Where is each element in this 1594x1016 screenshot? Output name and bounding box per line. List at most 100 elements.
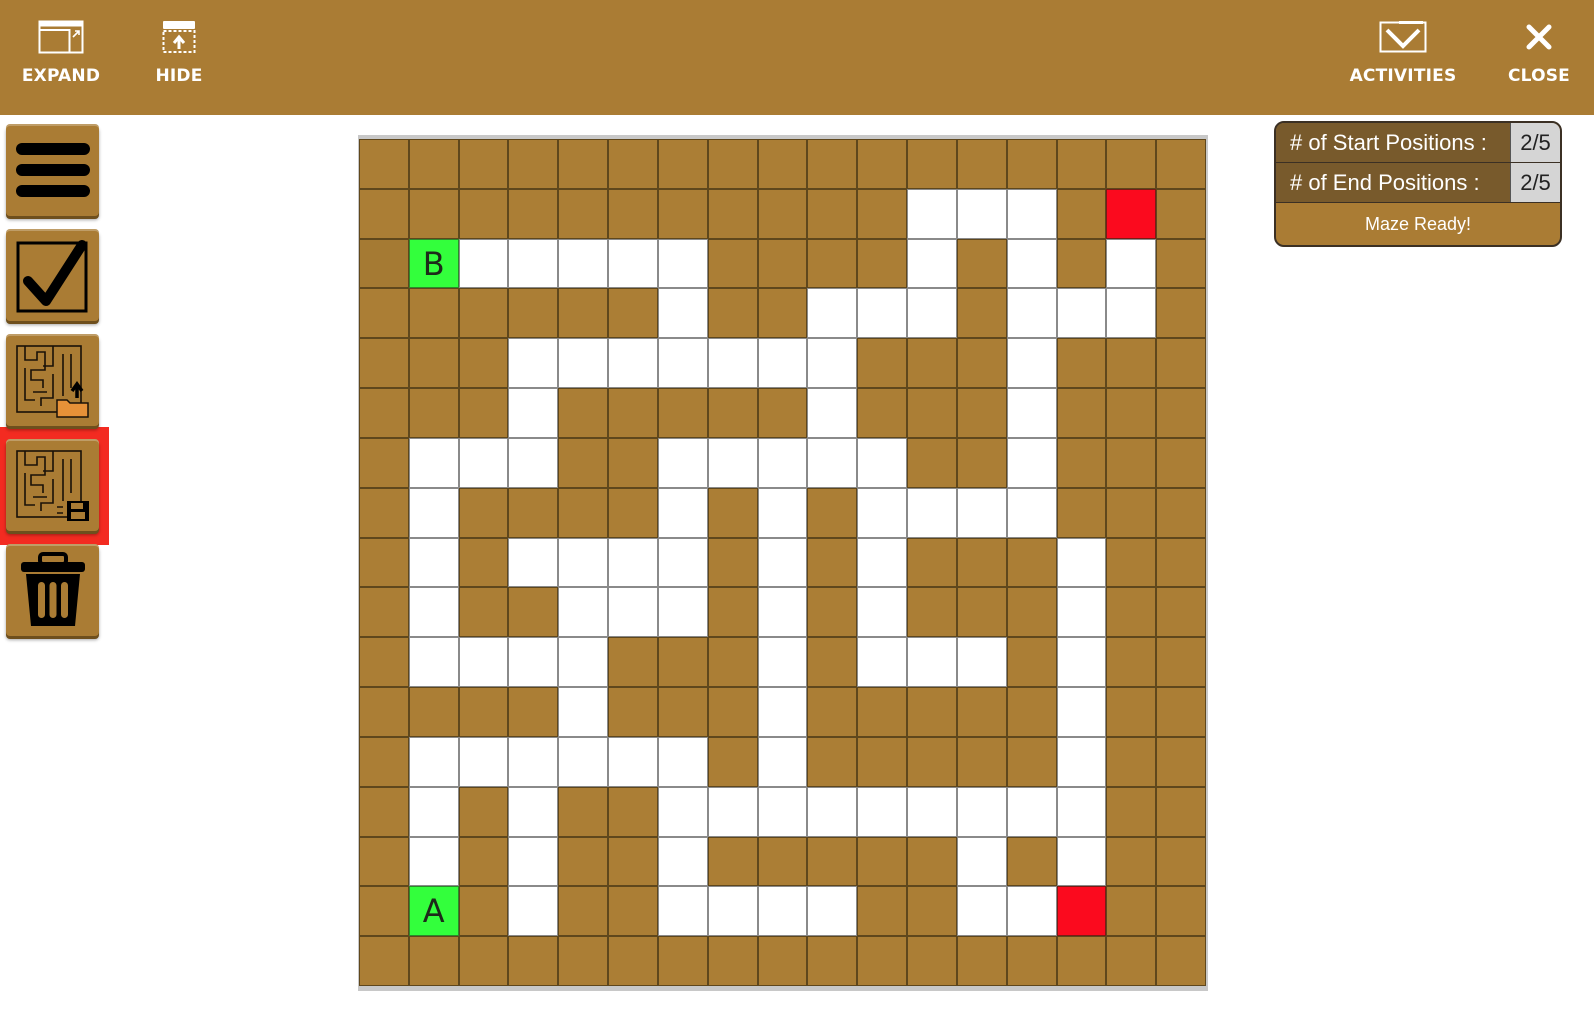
maze-path-cell[interactable] (907, 288, 957, 339)
maze-path-cell[interactable] (1006, 786, 1057, 837)
maze-wall-cell[interactable] (608, 836, 658, 887)
maze-path-cell[interactable] (558, 238, 609, 289)
maze-wall-cell[interactable] (558, 836, 609, 887)
maze-path-cell[interactable] (508, 388, 559, 438)
maze-wall-cell[interactable] (1156, 587, 1206, 638)
maze-wall-cell[interactable] (1156, 786, 1206, 837)
maze-wall-cell[interactable] (907, 936, 957, 986)
maze-wall-cell[interactable] (408, 188, 459, 239)
maze-wall-cell[interactable] (558, 388, 609, 438)
maze-path-cell[interactable] (907, 786, 957, 837)
maze-wall-cell[interactable] (1006, 936, 1057, 986)
maze-wall-cell[interactable] (1106, 437, 1157, 488)
maze-wall-cell[interactable] (807, 487, 858, 538)
maze-wall-cell[interactable] (359, 786, 409, 837)
maze-path-cell[interactable] (1006, 188, 1057, 239)
maze-wall-cell[interactable] (807, 587, 858, 638)
maze-wall-cell[interactable] (1006, 687, 1057, 737)
maze-wall-cell[interactable] (657, 687, 708, 737)
maze-path-cell[interactable] (608, 537, 658, 588)
maze-wall-cell[interactable] (956, 687, 1007, 737)
maze-path-cell[interactable] (1056, 687, 1107, 737)
maze-wall-cell[interactable] (657, 936, 708, 986)
maze-path-cell[interactable] (956, 786, 1007, 837)
maze-wall-cell[interactable] (1156, 338, 1206, 389)
maze-wall-cell[interactable] (359, 836, 409, 887)
maze-path-cell[interactable] (558, 338, 609, 389)
maze-wall-cell[interactable] (608, 288, 658, 339)
maze-path-cell[interactable] (1056, 537, 1107, 588)
maze-wall-cell[interactable] (857, 736, 908, 787)
maze-wall-cell[interactable] (608, 936, 658, 986)
maze-wall-cell[interactable] (707, 637, 758, 688)
maze-wall-cell[interactable] (1006, 836, 1057, 887)
maze-path-cell[interactable] (657, 338, 708, 389)
maze-wall-cell[interactable] (1156, 537, 1206, 588)
maze-wall-cell[interactable] (807, 188, 858, 239)
maze-wall-cell[interactable] (1056, 238, 1107, 289)
maze-wall-cell[interactable] (857, 188, 908, 239)
maze-wall-cell[interactable] (1056, 388, 1107, 438)
maze-wall-cell[interactable] (359, 139, 409, 189)
maze-path-cell[interactable] (907, 238, 957, 289)
maze-wall-cell[interactable] (458, 786, 509, 837)
maze-path-cell[interactable] (458, 437, 509, 488)
maze-wall-cell[interactable] (1106, 736, 1157, 787)
maze-wall-cell[interactable] (956, 736, 1007, 787)
maze-wall-cell[interactable] (807, 736, 858, 787)
maze-path-cell[interactable] (807, 886, 858, 937)
maze-path-cell[interactable] (458, 238, 509, 289)
maze-path-cell[interactable] (408, 836, 459, 887)
maze-wall-cell[interactable] (408, 338, 459, 389)
maze-path-cell[interactable] (707, 886, 758, 937)
maze-path-cell[interactable] (608, 587, 658, 638)
maze-wall-cell[interactable] (857, 687, 908, 737)
maze-path-cell[interactable] (857, 537, 908, 588)
maze-path-cell[interactable] (807, 288, 858, 339)
maze-wall-cell[interactable] (359, 886, 409, 937)
maze-wall-cell[interactable] (907, 537, 957, 588)
maze-wall-cell[interactable] (608, 188, 658, 239)
maze-path-cell[interactable] (1056, 288, 1107, 339)
maze-wall-cell[interactable] (807, 537, 858, 588)
maze-path-cell[interactable] (1006, 886, 1057, 937)
maze-path-cell[interactable] (558, 537, 609, 588)
maze-path-cell[interactable] (408, 786, 459, 837)
maze-path-cell[interactable] (1106, 288, 1157, 339)
maze-wall-cell[interactable] (657, 388, 708, 438)
maze-wall-cell[interactable] (1056, 338, 1107, 389)
maze-path-cell[interactable] (1056, 736, 1107, 787)
maze-wall-cell[interactable] (757, 388, 808, 438)
maze-wall-cell[interactable] (558, 437, 609, 488)
maze-wall-cell[interactable] (359, 437, 409, 488)
maze-wall-cell[interactable] (757, 288, 808, 339)
maze-wall-cell[interactable] (1056, 487, 1107, 538)
maze-wall-cell[interactable] (359, 288, 409, 339)
maze-wall-cell[interactable] (707, 139, 758, 189)
maze-path-cell[interactable] (657, 487, 708, 538)
maze-wall-cell[interactable] (956, 388, 1007, 438)
maze-wall-cell[interactable] (857, 238, 908, 289)
maze-path-cell[interactable] (807, 388, 858, 438)
maze-path-cell[interactable] (508, 338, 559, 389)
maze-wall-cell[interactable] (1156, 388, 1206, 438)
maze-wall-cell[interactable] (458, 487, 509, 538)
maze-wall-cell[interactable] (907, 587, 957, 638)
maze-wall-cell[interactable] (1106, 637, 1157, 688)
maze-path-cell[interactable] (757, 786, 808, 837)
maze-wall-cell[interactable] (359, 587, 409, 638)
maze-wall-cell[interactable] (807, 836, 858, 887)
maze-start-cell-b[interactable]: B (408, 238, 459, 289)
maze-wall-cell[interactable] (408, 936, 459, 986)
maze-wall-cell[interactable] (608, 637, 658, 688)
maze-wall-cell[interactable] (558, 936, 609, 986)
maze-wall-cell[interactable] (707, 687, 758, 737)
maze-path-cell[interactable] (757, 437, 808, 488)
maze-wall-cell[interactable] (408, 687, 459, 737)
maze-path-cell[interactable] (508, 886, 559, 937)
maze-wall-cell[interactable] (956, 238, 1007, 289)
maze-wall-cell[interactable] (757, 238, 808, 289)
maze-wall-cell[interactable] (956, 437, 1007, 488)
maze-wall-cell[interactable] (707, 587, 758, 638)
maze-path-cell[interactable] (408, 637, 459, 688)
